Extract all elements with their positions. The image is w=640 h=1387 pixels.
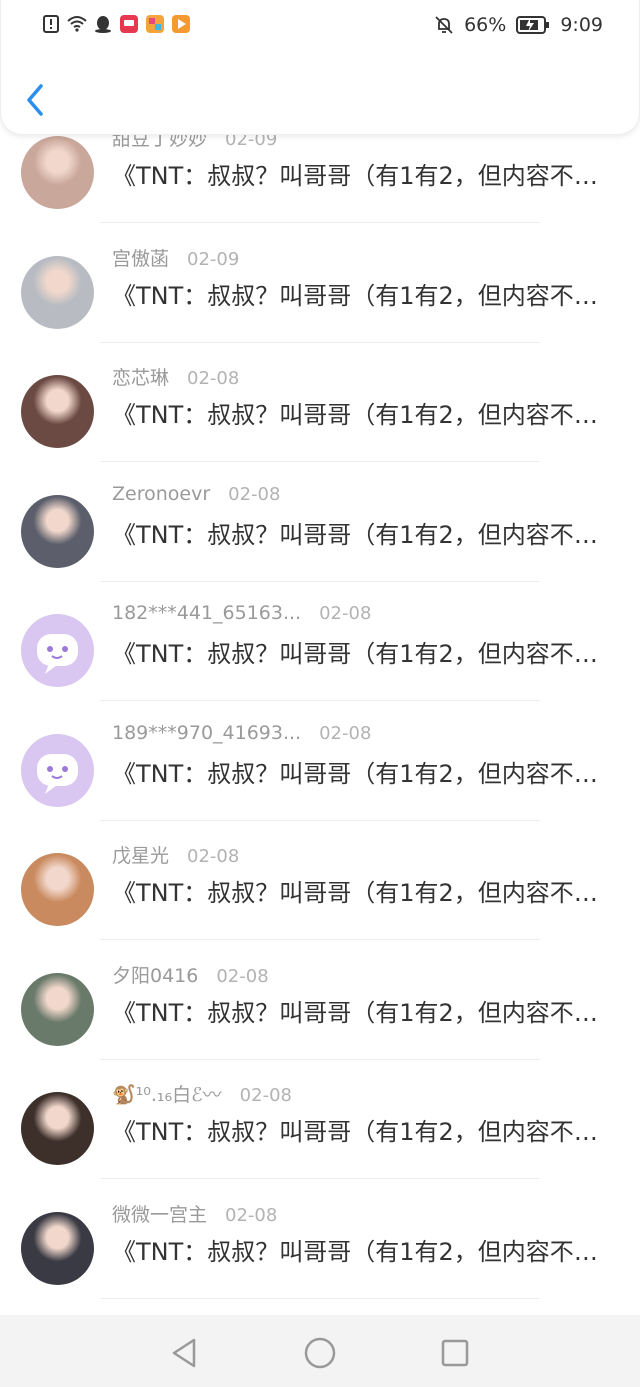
message-date: 02-09 xyxy=(187,248,240,270)
message-preview: 《TNT：叔叔？叫哥哥（有1有2，但内容不一样） xyxy=(112,1118,612,1146)
avatar[interactable] xyxy=(21,853,94,926)
message-row[interactable]: 微微一宫主 02-08 《TNT：叔叔？叫哥哥（有1有2，但内容不一样） xyxy=(0,1204,640,1316)
row-divider xyxy=(100,700,540,701)
avatar[interactable] xyxy=(21,614,94,687)
avatar[interactable] xyxy=(21,972,94,1046)
sender-name-text: 戊星光 xyxy=(112,845,170,867)
message-row[interactable]: 🐒¹⁰.₁₆白ℰ〰 02-08 《TNT：叔叔？叫哥哥（有1有2，但内容不一样） xyxy=(0,1084,640,1212)
avatar[interactable] xyxy=(21,494,94,568)
avatar[interactable] xyxy=(21,1092,94,1165)
message-row[interactable]: 宫傲菡 02-09 《TNT：叔叔？叫哥哥（有1有2，但内容不一样） xyxy=(0,248,640,376)
status-left-icons xyxy=(41,14,191,34)
message-date: 02-08 xyxy=(225,1204,278,1226)
status-bar: 66% 9:09 xyxy=(1,12,640,42)
sender-name: 182***441_65163... 02-08 xyxy=(112,602,371,624)
sender-name: Zeronoevr 02-08 xyxy=(112,483,280,505)
system-nav-bar xyxy=(0,1315,640,1387)
chevron-left-icon xyxy=(27,84,43,116)
message-date: 02-08 xyxy=(187,368,240,389)
sender-name: 戊星光 02-08 xyxy=(112,841,239,868)
status-time: 9:09 xyxy=(560,14,603,36)
message-date: 02-08 xyxy=(216,965,269,987)
row-divider xyxy=(100,580,540,582)
avatar[interactable] xyxy=(21,255,94,329)
message-row[interactable]: 甜豆丁妙妙 02-09 《TNT：叔叔？叫哥哥（有1有2，但内容不一样） xyxy=(0,128,640,256)
wifi-icon xyxy=(67,16,87,32)
message-row[interactable]: 夕阳0416 02-08 《TNT：叔叔？叫哥哥（有1有2，但内容不一样） xyxy=(0,965,640,1093)
avatar[interactable] xyxy=(21,375,94,448)
sender-name: 189***970_41693... 02-08 xyxy=(112,722,371,744)
sender-name-text: 夕阳0416 xyxy=(112,964,199,987)
message-row[interactable]: Zeronoevr 02-08 《TNT：叔叔？叫哥哥（有1有2，但内容不一样） xyxy=(0,483,640,615)
message-row[interactable]: 182***441_65163... 02-08 《TNT：叔叔？叫哥哥（有1有2，… xyxy=(0,602,640,734)
message-preview: 《TNT：叔叔？叫哥哥（有1有2，但内容不一样） xyxy=(112,879,612,907)
sender-name: 宫傲菡 02-09 xyxy=(112,244,239,271)
message-preview: 《TNT：叔叔？叫哥哥（有1有2，但内容不一样） xyxy=(112,640,612,668)
message-date: 02-08 xyxy=(187,846,240,867)
sender-name: 恋芯琳 02-08 xyxy=(112,363,239,390)
message-preview: 《TNT：叔叔？叫哥哥（有1有2，但内容不一样） xyxy=(112,281,612,310)
sender-name: 🐒¹⁰.₁₆白ℰ〰 02-08 xyxy=(112,1080,292,1107)
message-preview: 《TNT：叔叔？叫哥哥（有1有2，但内容不一样） xyxy=(112,759,612,788)
sender-name-text: 182***441_65163... xyxy=(112,602,302,624)
sender-name-text: 🐒¹⁰.₁₆白ℰ〰 xyxy=(112,1084,222,1106)
bell-mute-icon xyxy=(435,16,453,34)
avatar[interactable] xyxy=(21,136,94,209)
square-recents-icon[interactable] xyxy=(437,1335,473,1371)
sender-name-text: Zeronoevr xyxy=(112,482,211,505)
sender-name-text: 微微一宫主 xyxy=(112,1203,208,1226)
back-button[interactable] xyxy=(19,80,55,120)
sender-name-text: 恋芯琳 xyxy=(112,367,170,389)
avatar[interactable] xyxy=(21,1211,94,1285)
row-divider xyxy=(100,1178,540,1179)
avatar[interactable] xyxy=(21,733,94,807)
message-list: 甜豆丁妙妙 02-09 《TNT：叔叔？叫哥哥（有1有2，但内容不一样） 宫傲菡 02-… xyxy=(0,108,640,1315)
default-chat-avatar-icon xyxy=(37,753,78,794)
app-red-icon xyxy=(120,15,138,33)
battery-icon xyxy=(516,16,550,34)
battery-percent: 66% xyxy=(464,14,507,36)
circle-home-icon[interactable] xyxy=(302,1335,338,1371)
row-divider xyxy=(100,341,540,343)
row-divider xyxy=(100,1058,540,1060)
row-divider xyxy=(100,222,540,223)
sender-name: 夕阳0416 02-08 xyxy=(112,961,269,988)
row-divider xyxy=(100,939,540,940)
header: 66% 9:09 xyxy=(0,0,640,135)
qq-icon xyxy=(95,16,111,33)
row-divider xyxy=(100,1297,540,1299)
status-right: 66% 9:09 xyxy=(434,14,603,36)
message-date: 02-08 xyxy=(239,1085,292,1106)
message-preview: 《TNT：叔叔？叫哥哥（有1有2，但内容不一样） xyxy=(112,998,612,1027)
message-row[interactable]: 戊星光 02-08 《TNT：叔叔？叫哥哥（有1有2，但内容不一样） xyxy=(0,845,640,973)
message-date: 02-08 xyxy=(228,483,281,505)
app-colorful-icon xyxy=(146,15,164,33)
message-preview: 《TNT：叔叔？叫哥哥（有1有2，但内容不一样） xyxy=(112,1237,612,1266)
sender-name-text: 宫傲菡 xyxy=(112,247,170,270)
message-preview: 《TNT：叔叔？叫哥哥（有1有2，但内容不一样） xyxy=(112,401,612,429)
message-preview: 《TNT：叔叔？叫哥哥（有1有2，但内容不一样） xyxy=(112,520,612,549)
message-row[interactable]: 189***970_41693... 02-08 《TNT：叔叔？叫哥哥（有1有2，… xyxy=(0,722,640,854)
sender-name: 微微一宫主 02-08 xyxy=(112,1200,277,1227)
sender-name-text: 189***970_41693... xyxy=(112,721,302,744)
message-preview: 《TNT：叔叔？叫哥哥（有1有2，但内容不一样） xyxy=(112,162,612,190)
default-chat-avatar-icon xyxy=(37,634,78,674)
sim-alert-icon xyxy=(43,15,59,33)
message-date: 02-08 xyxy=(319,603,372,624)
app-play-icon xyxy=(172,15,190,33)
row-divider xyxy=(100,461,540,462)
message-row[interactable]: 恋芯琳 02-08 《TNT：叔叔？叫哥哥（有1有2，但内容不一样） xyxy=(0,367,640,495)
triangle-back-icon[interactable] xyxy=(166,1335,202,1371)
message-date: 02-08 xyxy=(319,722,372,744)
row-divider xyxy=(100,819,540,821)
